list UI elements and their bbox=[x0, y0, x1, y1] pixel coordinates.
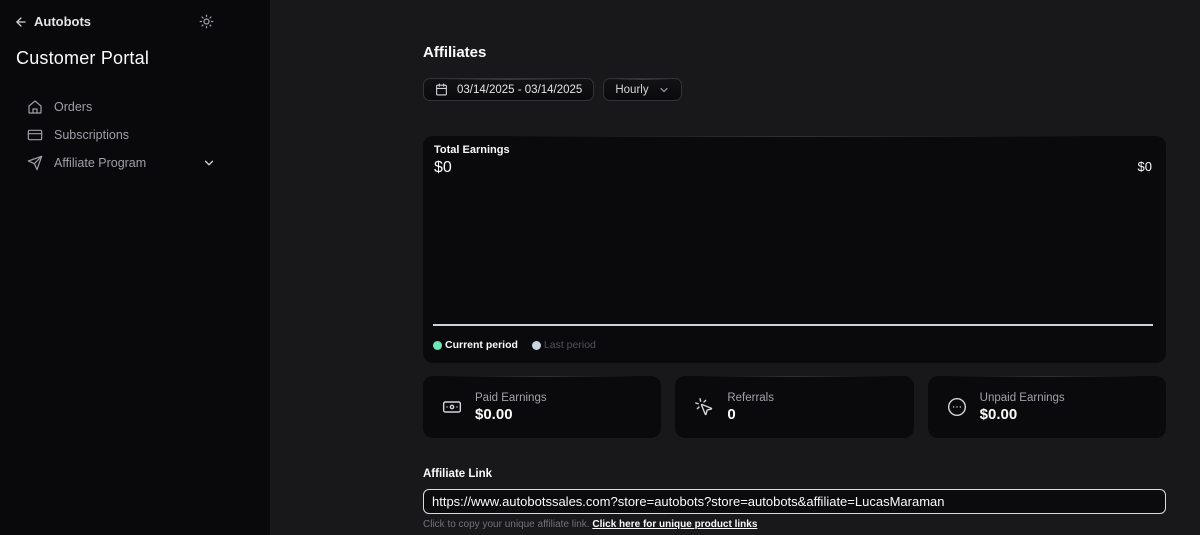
referrals-card: Referrals 0 bbox=[675, 376, 913, 438]
paid-earnings-card: Paid Earnings $0.00 bbox=[423, 376, 661, 438]
sidebar-header: Autobots bbox=[14, 12, 216, 31]
sidebar-item-label: Orders bbox=[54, 100, 216, 114]
cursor-click-icon bbox=[694, 397, 714, 417]
sidebar-item-subscriptions[interactable]: Subscriptions bbox=[14, 121, 216, 149]
affiliate-link-section: Affiliate Link Click to copy your unique… bbox=[423, 468, 1166, 530]
calendar-icon bbox=[435, 83, 448, 96]
sidebar-item-label: Subscriptions bbox=[54, 128, 216, 142]
back-to-store-link[interactable]: Autobots bbox=[14, 14, 91, 29]
legend-label: Current period bbox=[445, 339, 518, 351]
chart-plot-area bbox=[433, 177, 1153, 326]
date-range-picker[interactable]: 03/14/2025 - 03/14/2025 bbox=[423, 78, 594, 101]
affiliate-link-label: Affiliate Link bbox=[423, 468, 1166, 480]
sidebar-item-affiliate-program[interactable]: Affiliate Program bbox=[14, 149, 216, 177]
stat-text: Unpaid Earnings $0.00 bbox=[980, 392, 1065, 423]
section-title: Affiliates bbox=[423, 44, 1166, 61]
filter-controls: 03/14/2025 - 03/14/2025 Hourly bbox=[423, 78, 1166, 101]
stat-value: 0 bbox=[727, 406, 774, 423]
banknote-icon bbox=[442, 397, 462, 417]
stat-text: Referrals 0 bbox=[727, 392, 774, 423]
chevron-down-icon bbox=[658, 84, 670, 96]
chart-legend: Current period Last period bbox=[433, 339, 1153, 351]
legend-dot-last bbox=[532, 341, 541, 350]
total-earnings-chart-card: Total Earnings $0 $0 Current period Last… bbox=[423, 136, 1166, 363]
product-links-link[interactable]: Click here for unique product links bbox=[592, 519, 757, 530]
stat-label: Referrals bbox=[727, 392, 774, 404]
sidebar-item-label: Affiliate Program bbox=[54, 156, 191, 170]
chart-total-value: $0 bbox=[434, 159, 1153, 177]
chart-flat-line bbox=[433, 324, 1153, 326]
stat-label: Paid Earnings bbox=[475, 392, 547, 404]
unpaid-earnings-card: Unpaid Earnings $0.00 bbox=[928, 376, 1166, 438]
sidebar: Autobots Customer Portal Orders Subscrip… bbox=[0, 0, 270, 535]
send-icon bbox=[27, 155, 43, 171]
back-link-label: Autobots bbox=[34, 14, 91, 29]
sun-icon bbox=[199, 14, 214, 29]
sidebar-nav: Orders Subscriptions Affiliate Program bbox=[14, 93, 216, 177]
copy-hint-text: Click to copy your unique affiliate link… bbox=[423, 519, 592, 530]
main-content: Affiliates 03/14/2025 - 03/14/2025 Hourl… bbox=[270, 0, 1200, 535]
date-range-value: 03/14/2025 - 03/14/2025 bbox=[457, 84, 582, 96]
affiliate-link-caption: Click to copy your unique affiliate link… bbox=[423, 519, 1166, 530]
interval-value: Hourly bbox=[615, 84, 648, 96]
interval-select[interactable]: Hourly bbox=[603, 78, 681, 101]
legend-dot-current bbox=[433, 341, 442, 350]
page-title: Customer Portal bbox=[16, 48, 216, 69]
legend-current-period: Current period bbox=[433, 339, 518, 351]
chevron-down-icon[interactable] bbox=[202, 156, 216, 170]
stat-label: Unpaid Earnings bbox=[980, 392, 1065, 404]
stats-row: Paid Earnings $0.00 Referrals 0 Unpaid E… bbox=[423, 376, 1166, 438]
arrow-left-icon bbox=[14, 15, 28, 29]
stat-value: $0.00 bbox=[980, 406, 1065, 423]
legend-last-period: Last period bbox=[532, 339, 596, 351]
credit-card-icon bbox=[27, 127, 43, 143]
theme-toggle-button[interactable] bbox=[197, 12, 216, 31]
legend-label: Last period bbox=[544, 339, 596, 351]
home-icon bbox=[27, 99, 43, 115]
affiliate-link-input[interactable] bbox=[423, 489, 1166, 514]
stat-text: Paid Earnings $0.00 bbox=[475, 392, 547, 423]
circle-ellipsis-icon bbox=[947, 397, 967, 417]
sidebar-item-orders[interactable]: Orders bbox=[14, 93, 216, 121]
y-axis-max-label: $0 bbox=[1138, 159, 1152, 174]
stat-value: $0.00 bbox=[475, 406, 547, 423]
chart-title: Total Earnings bbox=[434, 144, 1153, 156]
